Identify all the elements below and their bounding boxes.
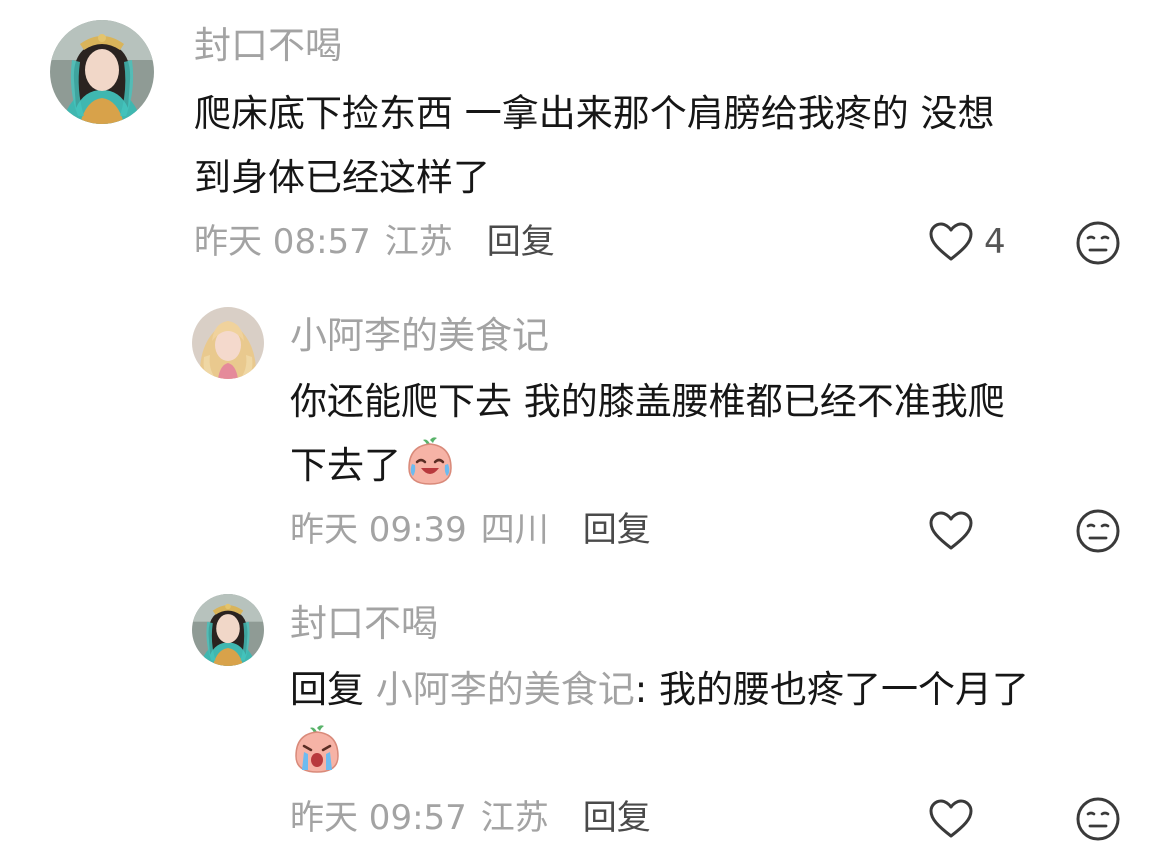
- comment-text-line: 你还能爬下去 我的膝盖腰椎都已经不准我爬: [290, 380, 1005, 423]
- like-button[interactable]: 4: [928, 220, 1006, 264]
- comment-meta: 昨天 08:57 江苏 回复: [194, 220, 555, 264]
- crying-laughing-peach-emoji: [403, 434, 457, 488]
- heart-outline-icon: [929, 511, 973, 550]
- reply-prefix: 回复: [290, 668, 364, 711]
- comment-text: 回复 小阿李的美食记: 我的腰也疼了一个月了: [290, 658, 1150, 786]
- comment-text: 你还能爬下去 我的膝盖腰椎都已经不准我爬 下去了: [290, 370, 1130, 498]
- comment-username[interactable]: 封口不喝: [194, 22, 342, 70]
- avatar[interactable]: [192, 307, 264, 379]
- avatar[interactable]: [50, 20, 154, 124]
- neutral-face-icon: [1076, 509, 1120, 553]
- comment-time: 昨天 09:39: [290, 510, 467, 550]
- comment-username[interactable]: 小阿李的美食记: [290, 312, 549, 360]
- comment-text-segment: : 我的腰也疼了一个月了: [634, 668, 1029, 711]
- reply-button[interactable]: 回复: [583, 510, 651, 550]
- comment-location: 江苏: [480, 798, 549, 838]
- user-avatar-costume-icon: [192, 594, 264, 666]
- dislike-button[interactable]: [1075, 508, 1121, 554]
- like-button[interactable]: [928, 510, 974, 552]
- comment-text: 爬床底下捡东西 一拿出来那个肩膀给我疼的 没想 到身体已经这样了: [194, 82, 1134, 210]
- comment-location: 四川: [480, 510, 549, 550]
- comment-text-line: 爬床底下捡东西 一拿出来那个肩膀给我疼的 没想: [194, 92, 995, 135]
- comment-username[interactable]: 封口不喝: [290, 600, 438, 648]
- comment-meta: 昨天 09:39 四川 回复: [290, 508, 651, 552]
- comment-location: 江苏: [384, 222, 453, 262]
- comment-time: 昨天 09:57: [290, 798, 467, 838]
- comment-time: 昨天 08:57: [194, 222, 371, 262]
- comment-text-line: 回复 小阿李的美食记: 我的腰也疼了一个月了: [290, 658, 1150, 722]
- reply-button[interactable]: 回复: [487, 222, 555, 262]
- dislike-button[interactable]: [1075, 796, 1121, 842]
- comment-meta: 昨天 09:57 江苏 回复: [290, 796, 651, 840]
- crying-peach-emoji: [290, 722, 344, 776]
- comment-text-line: [290, 722, 1150, 786]
- comment-text-segment: 下去了: [290, 444, 401, 487]
- dislike-button[interactable]: [1075, 220, 1121, 266]
- user-avatar-blonde-icon: [192, 307, 264, 379]
- heart-outline-icon: [929, 222, 973, 261]
- like-button[interactable]: [928, 798, 974, 840]
- reply-button[interactable]: 回复: [583, 798, 651, 838]
- avatar[interactable]: [192, 594, 264, 666]
- user-avatar-costume-icon: [50, 20, 154, 124]
- reply-target-username[interactable]: 小阿李的美食记: [376, 668, 635, 711]
- neutral-face-icon: [1076, 221, 1120, 265]
- comment-text-line: 到身体已经这样了: [194, 156, 490, 199]
- like-count: 4: [984, 222, 1006, 262]
- neutral-face-icon: [1076, 797, 1120, 841]
- comment-text-line: 下去了: [290, 434, 1130, 498]
- heart-outline-icon: [929, 799, 973, 838]
